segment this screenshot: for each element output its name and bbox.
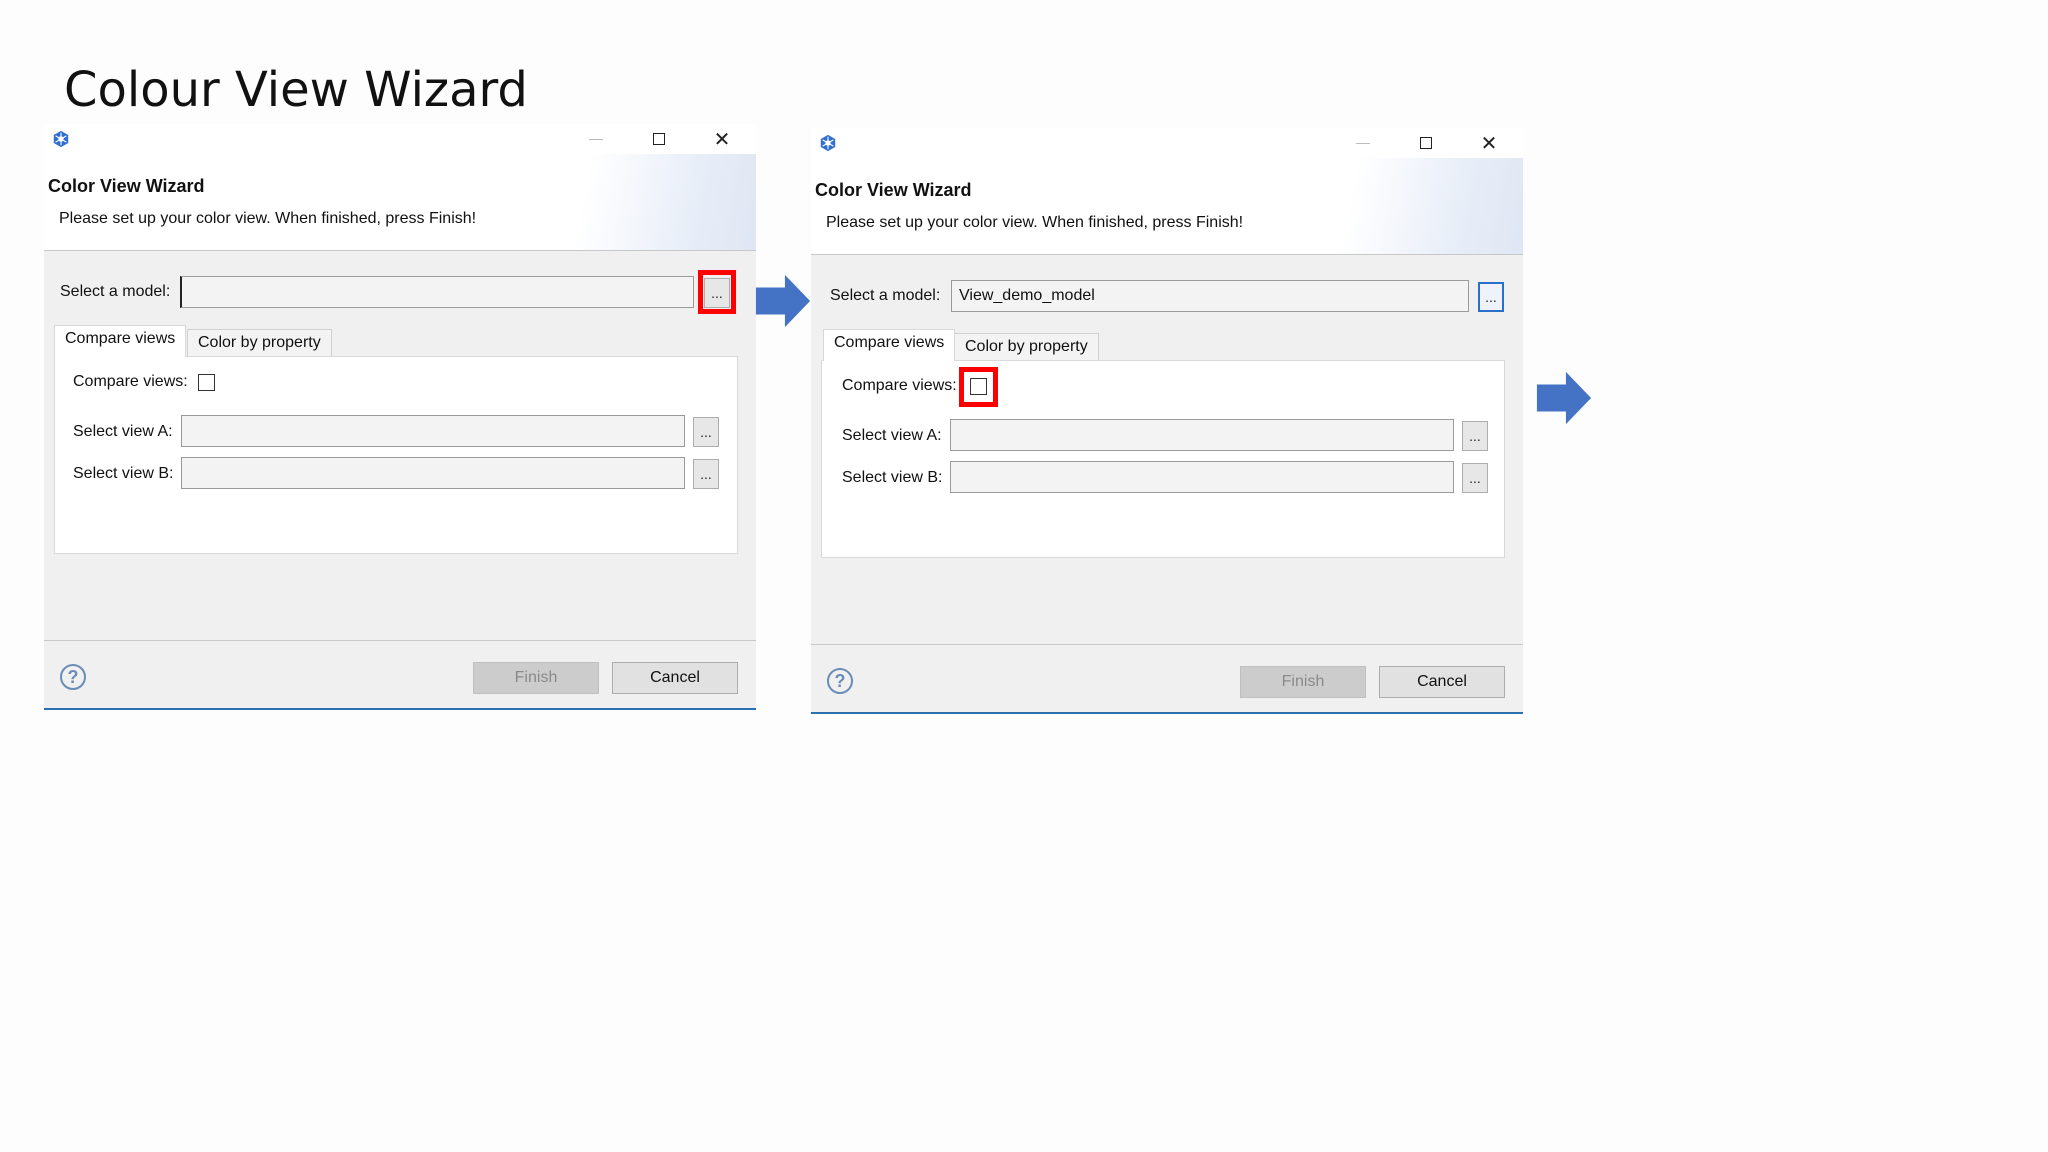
wizard-app-icon	[53, 130, 69, 148]
wizard-header: Color View Wizard Please set up your col…	[44, 154, 756, 251]
compare-views-label: Compare views:	[842, 377, 957, 394]
compare-views-label: Compare views:	[73, 373, 188, 390]
maximize-icon[interactable]	[644, 128, 674, 150]
wizard-title: Color View Wizard	[815, 180, 972, 200]
view-a-input[interactable]	[181, 415, 685, 447]
wizard-title: Color View Wizard	[48, 176, 205, 196]
wizard-description: Please set up your color view. When fini…	[826, 214, 1244, 231]
close-icon[interactable]: ✕	[1474, 132, 1504, 155]
tab-color-by-property[interactable]: Color by property	[954, 333, 1099, 361]
compare-views-panel: Compare views: Select view A: ... Select…	[54, 356, 738, 554]
model-browse-button[interactable]: ...	[704, 278, 730, 308]
tab-compare-views[interactable]: Compare views	[54, 325, 187, 357]
view-b-browse-button[interactable]: ...	[693, 459, 719, 489]
select-view-b-label: Select view B:	[73, 465, 174, 482]
view-b-browse-button[interactable]: ...	[1462, 463, 1488, 493]
view-a-browse-button[interactable]: ...	[693, 417, 719, 447]
footer-separator	[44, 640, 756, 641]
model-input[interactable]	[951, 280, 1469, 312]
finish-button[interactable]: Finish	[473, 662, 599, 694]
wizard-app-icon	[820, 134, 836, 152]
footer-separator	[811, 644, 1523, 645]
title-bar: ✕	[44, 124, 756, 154]
color-view-wizard-dialog-step-1: ✕ Color View Wizard Please set up your c…	[44, 124, 756, 710]
wizard-description: Please set up your color view. When fini…	[59, 210, 477, 227]
wizard-header: Color View Wizard Please set up your col…	[811, 158, 1523, 255]
slide-title: Colour View Wizard	[64, 62, 528, 118]
select-view-b-label: Select view B:	[842, 469, 943, 486]
select-view-a-label: Select view A:	[842, 427, 942, 444]
cancel-button[interactable]: Cancel	[1379, 666, 1505, 698]
cancel-button[interactable]: Cancel	[612, 662, 738, 694]
help-icon[interactable]: ?	[60, 664, 86, 690]
model-input[interactable]	[180, 276, 694, 308]
compare-views-checkbox[interactable]	[198, 374, 215, 391]
dialog-bottom-border	[44, 708, 756, 710]
tab-compare-views[interactable]: Compare views	[823, 329, 956, 361]
select-view-a-label: Select view A:	[73, 423, 173, 440]
view-b-input[interactable]	[181, 457, 685, 489]
finish-button[interactable]: Finish	[1240, 666, 1366, 698]
help-icon[interactable]: ?	[827, 668, 853, 694]
minimize-icon[interactable]	[1348, 132, 1378, 154]
model-browse-button[interactable]: ...	[1478, 282, 1504, 312]
right-arrow-icon	[1536, 371, 1592, 425]
maximize-icon[interactable]	[1411, 132, 1441, 154]
select-model-label: Select a model:	[60, 283, 171, 300]
tab-color-by-property[interactable]: Color by property	[187, 329, 332, 357]
color-view-wizard-dialog-step-2: ✕ Color View Wizard Please set up your c…	[811, 128, 1523, 714]
view-a-input[interactable]	[950, 419, 1454, 451]
view-b-input[interactable]	[950, 461, 1454, 493]
compare-views-panel: Compare views: Select view A: ... Select…	[821, 360, 1505, 558]
right-arrow-icon	[755, 274, 811, 328]
compare-views-checkbox[interactable]	[970, 378, 987, 395]
close-icon[interactable]: ✕	[707, 128, 737, 151]
view-a-browse-button[interactable]: ...	[1462, 421, 1488, 451]
dialog-bottom-border	[811, 712, 1523, 714]
select-model-label: Select a model:	[830, 287, 941, 304]
title-bar: ✕	[811, 128, 1523, 158]
minimize-icon[interactable]	[581, 128, 611, 150]
